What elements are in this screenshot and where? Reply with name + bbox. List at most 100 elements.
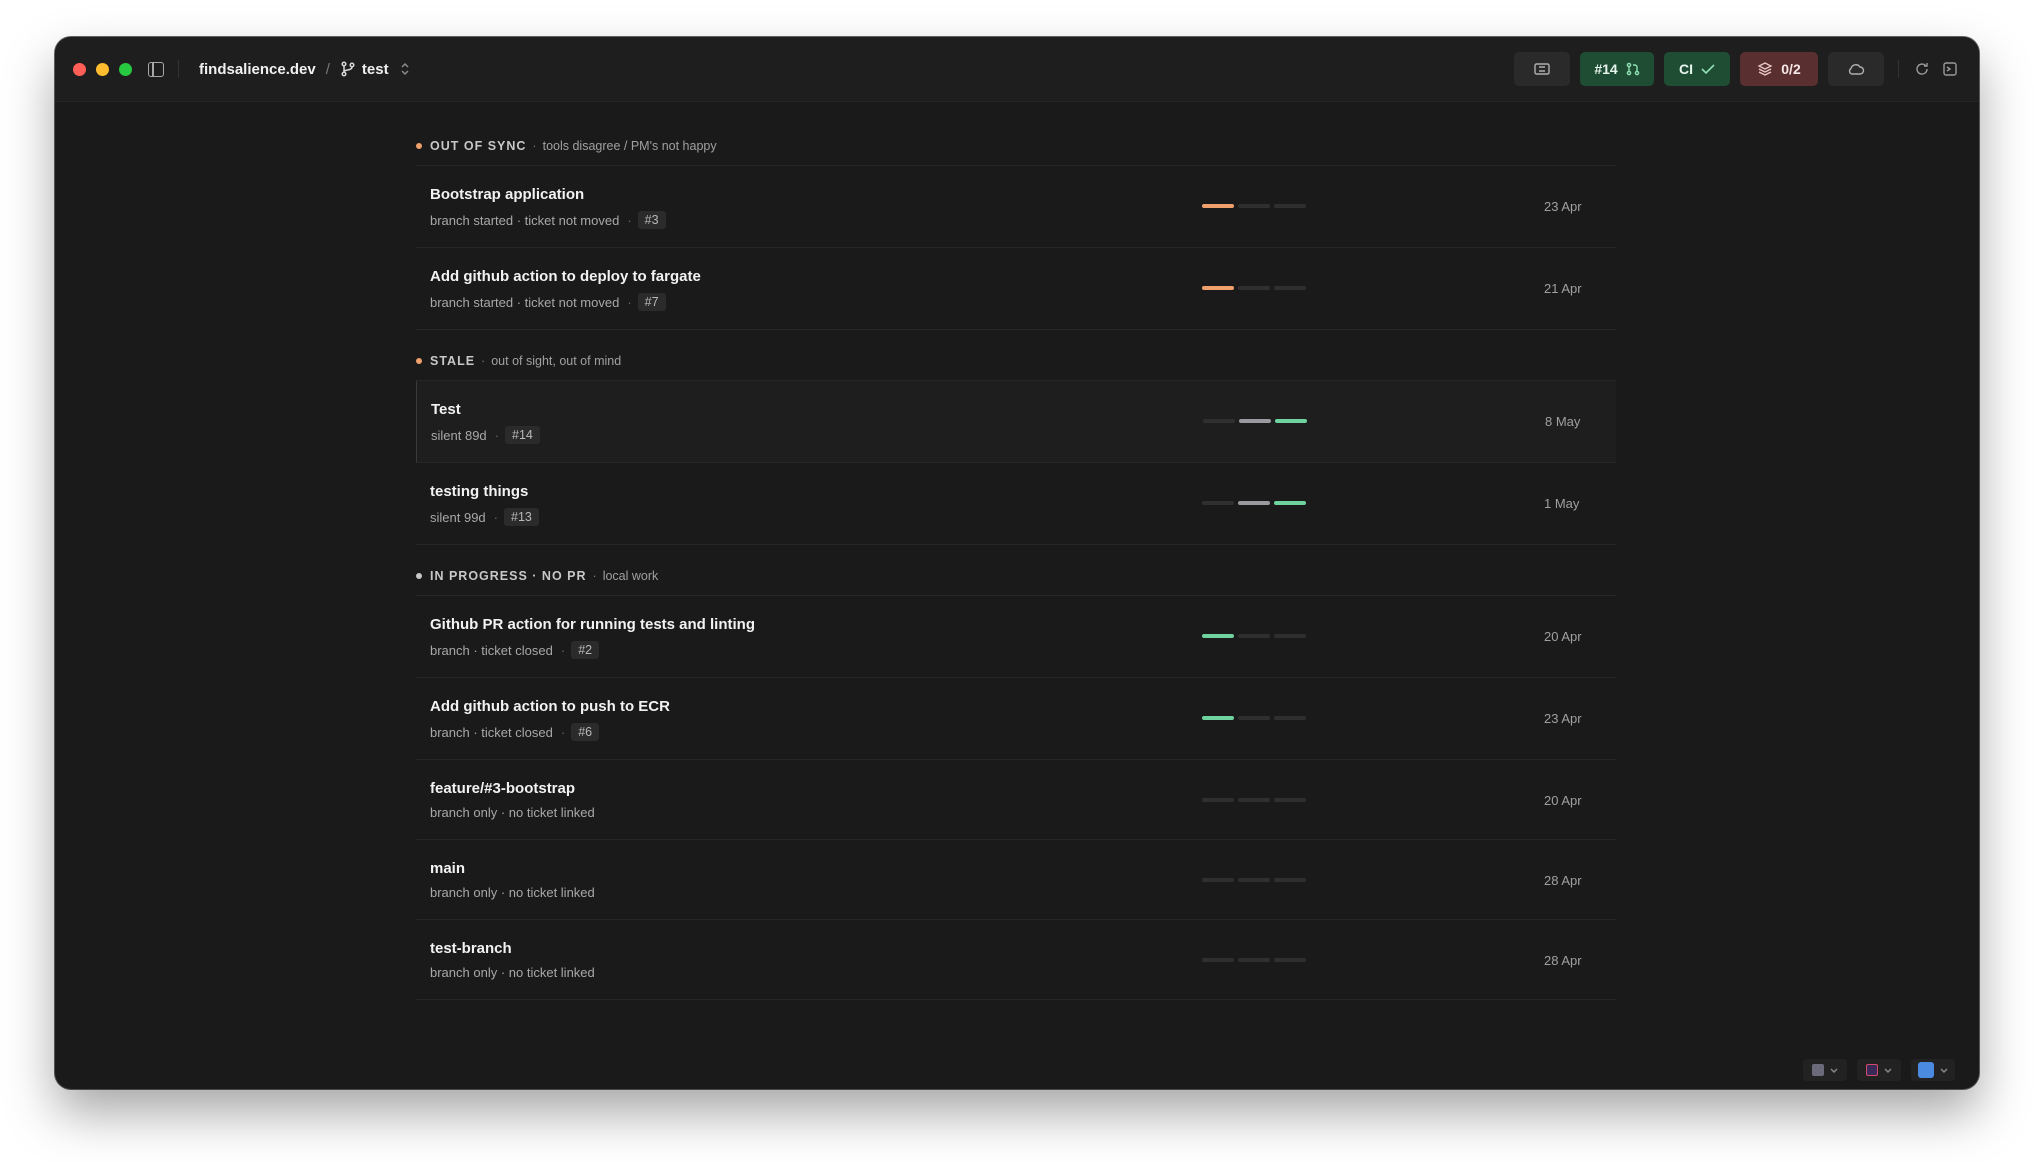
item-title: feature/#3-bootstrap <box>430 780 576 797</box>
item-title: test-branch <box>430 940 512 957</box>
item-date: 20 Apr <box>1544 629 1582 644</box>
ticket-tag[interactable]: #13 <box>504 508 539 526</box>
pr-number: #14 <box>1594 61 1618 77</box>
item-status: branch only · no ticket linked <box>430 965 595 980</box>
progress-bars <box>1202 716 1306 720</box>
ci-status-button[interactable]: CI <box>1664 52 1730 86</box>
cloud-button[interactable] <box>1828 52 1884 86</box>
item-title: Add github action to deploy to fargate <box>430 268 701 285</box>
item-date: 28 Apr <box>1544 873 1582 888</box>
item-status: branch · ticket closed <box>430 724 553 740</box>
layers-icon <box>1757 62 1773 76</box>
item-title: Add github action to push to ECR <box>430 698 670 715</box>
divider <box>1898 60 1899 78</box>
item-subtitle: branch · ticket closed · #6 <box>430 723 600 741</box>
item-date: 23 Apr <box>1544 199 1582 214</box>
ticket-tag[interactable]: #14 <box>505 426 540 444</box>
ci-label: CI <box>1679 61 1693 77</box>
list-item[interactable]: feature/#3-bootstrap branch only · no ti… <box>416 760 1616 840</box>
list-item[interactable]: Add github action to push to ECR branch … <box>416 678 1616 760</box>
section-bullet <box>416 143 422 149</box>
item-status: branch started · ticket not moved <box>430 294 620 310</box>
item-status: branch · ticket closed <box>430 642 553 658</box>
finder-selector[interactable] <box>1911 1059 1955 1081</box>
project-breadcrumb[interactable]: findsalience.dev <box>199 61 316 78</box>
editor-selector[interactable] <box>1803 1059 1847 1081</box>
section-title: STALE <box>430 354 476 368</box>
section-title: IN PROGRESS · NO PR <box>430 569 587 583</box>
progress-segment <box>1238 286 1270 290</box>
separator-dot: · <box>481 354 486 368</box>
close-window-button[interactable] <box>73 62 86 76</box>
item-status: branch only · no ticket linked <box>430 885 595 900</box>
pull-request-icon <box>1626 62 1639 76</box>
progress-segment <box>1239 419 1271 423</box>
progress-segment <box>1202 286 1234 290</box>
item-date: 21 Apr <box>1544 281 1582 296</box>
item-status: silent 99d <box>430 509 486 525</box>
section-stale: STALE · out of sight, out of mind Test s… <box>416 330 1616 545</box>
open-external-button[interactable] <box>1941 60 1959 78</box>
maximize-window-button[interactable] <box>119 62 132 76</box>
item-date: 8 May <box>1545 414 1581 429</box>
progress-bars <box>1202 634 1306 638</box>
progress-bars <box>1203 419 1307 423</box>
terminal-app-icon <box>1866 1064 1878 1076</box>
list-item[interactable]: main branch only · no ticket linked 28 A… <box>416 840 1616 920</box>
minimize-window-button[interactable] <box>96 62 109 76</box>
item-date: 28 Apr <box>1544 953 1582 968</box>
section-bullet <box>416 358 422 364</box>
ticket-tag[interactable]: #3 <box>637 211 666 229</box>
progress-segment <box>1238 716 1270 720</box>
progress-bars <box>1202 286 1306 290</box>
breadcrumb-separator: / <box>325 60 330 78</box>
ticket-tag[interactable]: #7 <box>637 293 666 311</box>
item-subtitle: silent 99d · #13 <box>430 508 539 526</box>
list-item[interactable]: Add github action to deploy to fargate b… <box>416 248 1616 330</box>
separator-dot: · <box>493 509 498 525</box>
divider <box>178 60 179 78</box>
ticket-tag[interactable]: #2 <box>571 641 600 659</box>
progress-bars <box>1202 958 1306 962</box>
toolbar-right: #14 CI 0/2 <box>1514 37 1959 101</box>
terminal-selector[interactable] <box>1857 1059 1901 1081</box>
progress-segment <box>1238 204 1270 208</box>
chevron-down-icon <box>1830 1068 1838 1073</box>
section-header: IN PROGRESS · NO PR · local work <box>416 565 1616 596</box>
pull-request-button[interactable]: #14 <box>1580 52 1654 86</box>
list-item[interactable]: Github PR action for running tests and l… <box>416 596 1616 678</box>
list-item[interactable]: testing things silent 99d · #13 1 May <box>416 463 1616 545</box>
item-date: 1 May <box>1544 496 1580 511</box>
refresh-icon <box>1916 63 1928 75</box>
section-subtitle: tools disagree / PM's not happy <box>542 139 717 153</box>
separator-dot: · <box>592 569 597 583</box>
item-subtitle: branch started · ticket not moved · #3 <box>430 211 666 229</box>
main-list: OUT OF SYNC · tools disagree / PM's not … <box>416 101 1616 1000</box>
list-item-selected[interactable]: Test silent 89d · #14 8 May <box>416 381 1616 463</box>
sidebar-toggle-icon[interactable] <box>148 61 164 77</box>
footer-toolbar <box>1803 1059 1955 1081</box>
chevron-down-icon <box>1940 1068 1948 1073</box>
list-item[interactable]: test-branch branch only · no ticket link… <box>416 920 1616 1000</box>
progress-bars <box>1202 878 1306 882</box>
progress-segment <box>1238 878 1270 882</box>
list-item[interactable]: Bootstrap application branch started · t… <box>416 166 1616 248</box>
ticket-tag[interactable]: #6 <box>571 723 600 741</box>
progress-bars <box>1202 204 1306 208</box>
chevron-updown-icon <box>401 62 409 76</box>
ticket-button[interactable] <box>1514 52 1570 86</box>
progress-segment <box>1202 716 1234 720</box>
progress-segment <box>1274 634 1306 638</box>
stack-button[interactable]: 0/2 <box>1740 52 1818 86</box>
terminal-icon <box>1943 62 1957 76</box>
refresh-button[interactable] <box>1913 60 1931 78</box>
progress-segment <box>1274 286 1306 290</box>
progress-segment <box>1203 419 1235 423</box>
editor-icon <box>1812 1064 1824 1076</box>
item-status: branch only · no ticket linked <box>430 805 595 820</box>
section-header: OUT OF SYNC · tools disagree / PM's not … <box>416 135 1616 166</box>
separator-dot: · <box>560 724 566 740</box>
section-header: STALE · out of sight, out of mind <box>416 350 1616 381</box>
progress-segment <box>1202 798 1234 802</box>
branch-selector[interactable]: test <box>340 61 411 78</box>
